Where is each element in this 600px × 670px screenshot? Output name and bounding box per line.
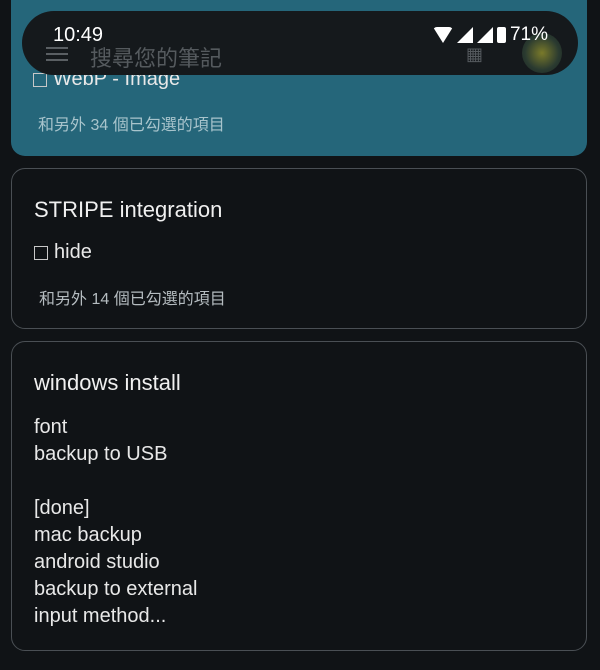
menu-icon[interactable] bbox=[46, 47, 68, 61]
note-card[interactable]: windows install font backup to USB [done… bbox=[11, 341, 587, 651]
signal-icon bbox=[476, 27, 493, 43]
battery-icon bbox=[496, 27, 506, 43]
note-title: windows install bbox=[34, 370, 181, 395]
signal-icon bbox=[456, 27, 473, 43]
note-body: font backup to USB [done] mac backup and… bbox=[34, 416, 198, 627]
search-input[interactable]: 搜尋您的筆記 bbox=[90, 41, 222, 73]
status-icons: 71% bbox=[432, 24, 548, 46]
checkbox-icon[interactable] bbox=[34, 245, 48, 260]
checkbox-icon[interactable] bbox=[33, 72, 47, 87]
checked-items-summary: 和另外 14 個已勾選的項目 bbox=[39, 291, 226, 308]
grid-view-icon[interactable]: ▦ bbox=[466, 44, 483, 65]
checked-items-summary: 和另外 34 個已勾選的項目 bbox=[38, 117, 225, 134]
note-card[interactable]: STRIPE integration hide 和另外 14 個已勾選的項目 bbox=[11, 168, 587, 329]
wifi-icon bbox=[432, 27, 453, 43]
checklist-item[interactable]: hide bbox=[34, 241, 92, 264]
clock: 10:49 bbox=[53, 24, 104, 46]
battery-percent: 71% bbox=[509, 24, 548, 45]
note-title: STRIPE integration bbox=[34, 197, 223, 222]
